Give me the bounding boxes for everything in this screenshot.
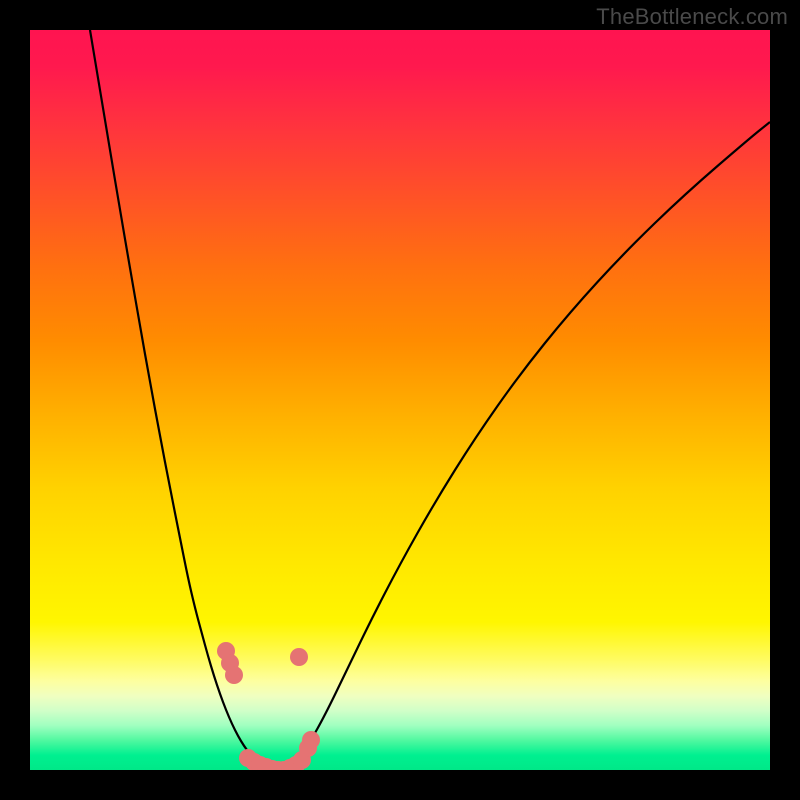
chart-svg bbox=[30, 30, 770, 770]
marker-point bbox=[225, 666, 243, 684]
marker-point bbox=[290, 648, 308, 666]
marker-point bbox=[302, 731, 320, 749]
highlight-markers bbox=[217, 642, 320, 770]
bottleneck-curve bbox=[90, 30, 770, 770]
watermark-text: TheBottleneck.com bbox=[596, 4, 788, 30]
chart-plot-area bbox=[30, 30, 770, 770]
